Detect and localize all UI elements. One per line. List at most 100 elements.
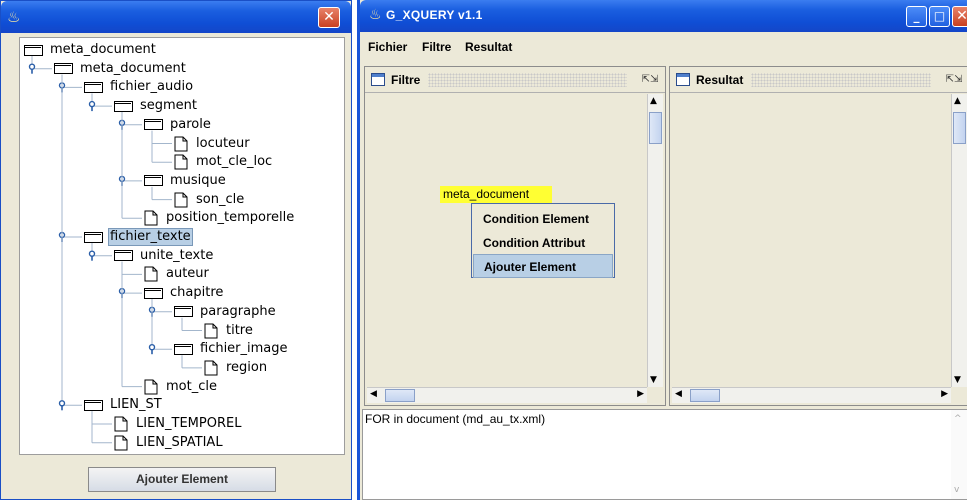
close-icon[interactable]: ✕ [952,6,967,27]
tree-node-label: unite_texte [140,247,214,263]
tree-handle-icon[interactable] [88,100,96,112]
tree-handle-icon[interactable] [88,250,96,261]
scroll-thumb[interactable] [649,112,662,144]
scroll-up-icon[interactable]: ▲ [954,96,961,106]
menu-resultat[interactable]: Resultat [465,40,512,54]
resultat-panel-title: Resultat [696,72,744,87]
query-vertical-scrollbar[interactable]: ^ v [951,410,967,499]
tree-handle-icon[interactable] [58,400,66,411]
resultat-canvas[interactable]: ▲ ▼ ◀ ▶ [672,94,967,403]
right-titlebar[interactable]: ♨ G_XQUERY v1.1 _ □ ✕ [360,0,967,32]
tree-node[interactable]: mot_cle [144,378,219,396]
tree-node[interactable]: unite_texte [114,247,215,265]
resultat-panel: Resultat ⇱⇲ ▲ ▼ ◀ ▶ [669,66,967,406]
minimize-icon[interactable]: _ [906,6,927,27]
xquery-text-area[interactable]: FOR in document (md_au_tx.xml) ^ v [362,409,967,500]
scroll-down-icon[interactable]: ▼ [650,375,657,385]
file-icon [114,435,128,451]
folder-icon [114,250,133,262]
file-icon [204,360,218,376]
element-tree[interactable]: meta_document meta_document fichier_audio s… [19,37,345,455]
query-node[interactable]: meta_document [440,186,552,203]
tree-node[interactable]: son_cle [174,191,246,209]
resultat-horizontal-scrollbar[interactable]: ◀ ▶ [672,387,951,403]
folder-icon [144,287,163,299]
tree-node[interactable]: fichier_image [174,340,290,358]
tree-node[interactable]: locuteur [174,135,252,153]
tree-node[interactable]: auteur [144,265,211,283]
tree-node-label: fichier_image [200,341,288,357]
tree-node[interactable]: LIEN_SPATIAL [114,434,225,452]
tree-node[interactable]: LIEN_TEMPOREL [114,415,243,433]
tree-node[interactable]: segment [114,97,199,115]
tree-node[interactable]: musique [144,172,228,190]
tree-handle-icon[interactable] [148,344,156,355]
panel-drag-area [428,72,627,87]
tree-node[interactable]: meta_document [54,60,188,78]
tree-node-label: son_cle [196,191,245,207]
tree-node-label: musique [170,172,226,188]
tree-node[interactable]: meta_document [24,41,158,59]
scroll-up-icon[interactable]: ▲ [650,96,657,106]
tree-node[interactable]: titre [204,322,255,340]
tree-node-label: parole [170,116,211,132]
tree-node[interactable]: parole [144,116,213,134]
tree-node-label: LIEN_ST [110,397,162,413]
file-icon [174,192,188,208]
folder-icon [114,100,133,112]
folder-icon [54,63,73,75]
resultat-vertical-scrollbar[interactable]: ▲ ▼ [951,94,967,387]
filtre-horizontal-scrollbar[interactable]: ◀ ▶ [367,387,647,403]
close-icon[interactable]: ✕ [318,7,340,28]
folder-icon [144,119,163,131]
scroll-left-icon[interactable]: ◀ [370,389,377,399]
folder-icon [174,306,193,318]
window-title: G_XQUERY v1.1 [386,8,483,22]
resultat-panel-header[interactable]: Resultat ⇱⇲ [670,67,967,93]
filtre-panel-title: Filtre [391,72,421,87]
folder-icon [144,175,163,187]
tree-node[interactable]: position_temporelle [144,209,296,227]
scroll-thumb[interactable] [953,112,966,144]
folder-icon [84,81,103,93]
file-icon [174,136,188,152]
scroll-up-icon[interactable]: ^ [954,414,962,424]
file-icon [174,154,188,170]
tree-node-label: locuteur [196,135,250,151]
filtre-panel-header[interactable]: Filtre ⇱⇲ [365,67,665,93]
scroll-thumb[interactable] [690,389,720,402]
tree-node[interactable]: fichier_texte [84,228,193,246]
menu-ajouter-element[interactable]: Ajouter Element [473,254,613,278]
panel-maximize-icon[interactable]: ⇱⇲ [939,74,967,85]
file-icon [204,323,218,339]
tree-handle-icon[interactable] [28,63,36,74]
tree-node[interactable]: mot_cle_loc [174,153,274,171]
scroll-right-icon[interactable]: ▶ [637,389,644,399]
scroll-down-icon[interactable]: ▼ [954,375,961,385]
tree-node[interactable]: region [204,359,269,377]
tree-node-label: region [226,359,268,375]
filtre-canvas[interactable]: meta_document Condition Element Conditio… [367,94,663,403]
maximize-icon[interactable]: □ [929,6,950,27]
panel-maximize-icon[interactable]: ⇱⇲ [635,74,665,85]
tree-node[interactable]: chapitre [144,284,225,302]
filtre-vertical-scrollbar[interactable]: ▲ ▼ [647,94,663,387]
folder-icon [84,231,103,243]
left-titlebar[interactable]: ♨ ✕ [1,1,351,33]
tree-node-label: meta_document [50,42,156,57]
scroll-down-icon[interactable]: v [954,485,959,495]
menu-condition-attribut[interactable]: Condition Attribut [473,231,613,255]
menu-condition-element[interactable]: Condition Element [473,207,613,231]
tree-node[interactable]: paragraphe [174,303,278,321]
scroll-thumb[interactable] [385,389,415,402]
panel-drag-area [751,72,931,87]
filtre-panel: Filtre ⇱⇲ meta_document Condition Elemen… [364,66,666,406]
tree-node[interactable]: LIEN_ST [84,396,164,414]
ajouter-element-button[interactable]: Ajouter Element [88,467,276,492]
menu-filtre[interactable]: Filtre [422,40,451,54]
menu-fichier[interactable]: Fichier [368,40,407,54]
tree-node-label: paragraphe [200,303,276,319]
scroll-right-icon[interactable]: ▶ [941,389,948,399]
scroll-left-icon[interactable]: ◀ [675,389,682,399]
tree-node[interactable]: fichier_audio [84,78,195,96]
